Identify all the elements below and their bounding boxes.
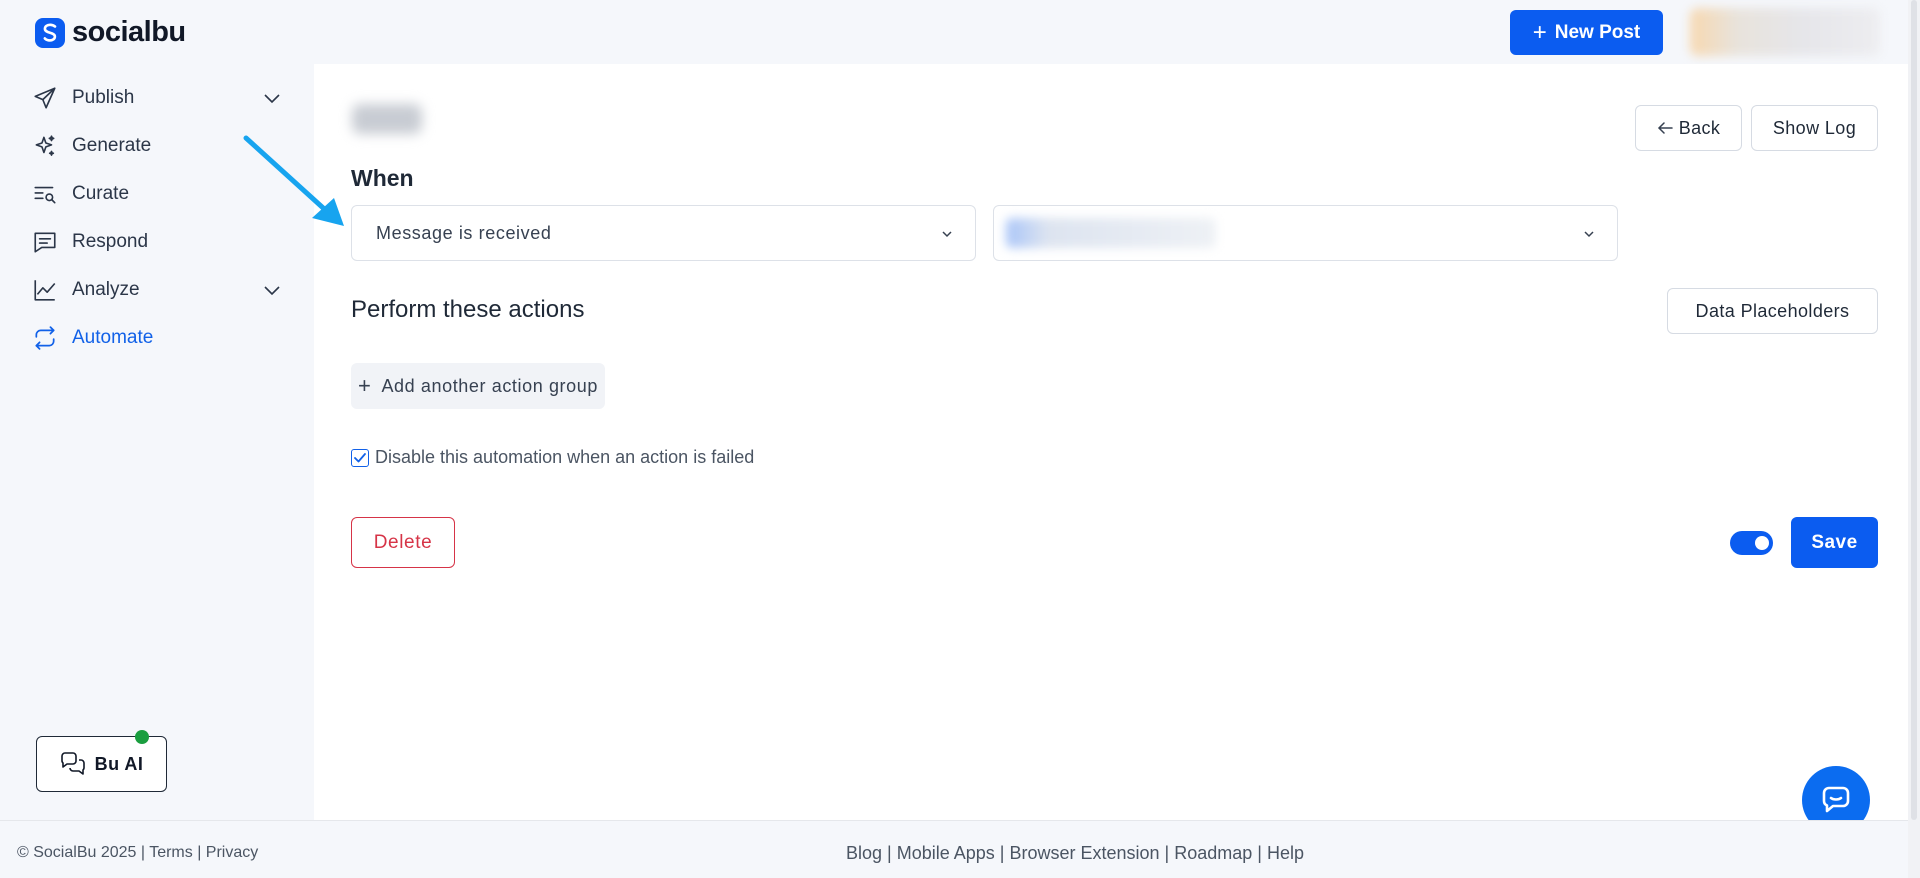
sidebar-item-publish[interactable]: Publish (32, 82, 282, 114)
annotation-arrow-icon (243, 135, 344, 226)
account-select[interactable] (993, 205, 1618, 261)
trigger-select[interactable]: Message is received (351, 205, 976, 261)
sidebar-item-label: Automate (72, 327, 154, 348)
new-post-label: New Post (1554, 21, 1641, 43)
chevron-down-icon[interactable] (262, 88, 282, 108)
chat-bubbles-icon (60, 752, 85, 775)
footer-links: Blog | Mobile Apps | Browser Extension |… (846, 843, 1304, 863)
copyright: © SocialBu 2025 (17, 844, 137, 861)
send-icon (34, 87, 56, 109)
sidebar-item-label: Curate (72, 183, 130, 204)
data-placeholders-button[interactable]: Data Placeholders (1667, 288, 1878, 334)
online-status-dot (135, 730, 149, 744)
roadmap-link[interactable]: Roadmap (1174, 843, 1252, 863)
add-action-group-label: Add another action group (381, 375, 598, 396)
perform-actions-heading: Perform these actions (351, 296, 585, 323)
sidebar-item-label: Publish (72, 87, 135, 108)
disable-on-failure-label: Disable this automation when an action i… (375, 447, 755, 467)
mobile-apps-link[interactable]: Mobile Apps (897, 843, 995, 863)
sidebar-item-label: Respond (72, 231, 149, 252)
footer: © SocialBu 2025 | Terms | Privacy Blog |… (0, 820, 1908, 878)
trigger-select-value: Message is received (376, 222, 552, 243)
arrow-left-icon (1657, 122, 1673, 134)
show-log-button[interactable]: Show Log (1751, 105, 1878, 151)
message-square-icon (34, 232, 56, 253)
account-select-value (1006, 218, 1216, 248)
repeat-icon (35, 326, 55, 350)
terms-link[interactable]: Terms (149, 844, 193, 861)
footer-left: © SocialBu 2025 | Terms | Privacy (17, 844, 259, 861)
socialbu-logo-icon (35, 17, 65, 48)
bu-ai-label: Bu AI (94, 753, 144, 774)
back-label: Back (1678, 117, 1721, 138)
sidebar-item-respond[interactable]: Respond (32, 226, 282, 258)
sidebar-item-analyze[interactable]: Analyze (32, 274, 282, 306)
brand-name: socialbu (72, 16, 186, 48)
new-post-button[interactable]: + New Post (1510, 10, 1663, 55)
show-log-label: Show Log (1772, 117, 1857, 138)
logo[interactable]: socialbu (34, 16, 186, 49)
save-button[interactable]: Save (1791, 517, 1878, 568)
user-menu[interactable] (1690, 8, 1880, 56)
chevron-down-icon[interactable] (262, 280, 282, 300)
top-bar: socialbu + New Post (0, 0, 1920, 64)
automation-title (352, 104, 422, 134)
chevron-down-icon (942, 231, 952, 238)
privacy-link[interactable]: Privacy (206, 844, 258, 861)
checkmark-icon (354, 452, 366, 462)
main-panel: Back Show Log When Message is received P… (314, 64, 1908, 834)
disable-on-failure-option[interactable]: Disable this automation when an action i… (351, 447, 754, 468)
sidebar-item-label: Generate (72, 135, 152, 156)
search-list-icon (34, 186, 56, 204)
browser-extension-link[interactable]: Browser Extension (1009, 843, 1159, 863)
blog-link[interactable]: Blog (846, 843, 882, 863)
plus-icon: + (1532, 18, 1547, 46)
bu-ai-button[interactable]: Bu AI (36, 730, 167, 792)
scrollbar-thumb[interactable] (1911, 0, 1917, 820)
sparkles-icon (35, 135, 55, 156)
sidebar-item-label: Analyze (72, 279, 140, 300)
when-heading: When (351, 165, 414, 191)
add-action-group-button[interactable]: + Add another action group (351, 363, 605, 409)
scrollbar[interactable] (1908, 0, 1920, 878)
delete-button[interactable]: Delete (351, 517, 455, 568)
sidebar-item-automate[interactable]: Automate (32, 322, 282, 354)
plus-icon: + (357, 373, 372, 398)
automation-active-toggle[interactable] (1730, 531, 1773, 555)
chevron-down-icon (1584, 231, 1594, 238)
disable-on-failure-checkbox[interactable] (351, 448, 369, 467)
chat-bubble-icon (1822, 786, 1850, 813)
help-link[interactable]: Help (1267, 843, 1304, 863)
toggle-knob (1755, 536, 1769, 550)
line-chart-icon (34, 280, 56, 301)
data-placeholders-label: Data Placeholders (1695, 300, 1850, 321)
back-button[interactable]: Back (1635, 105, 1742, 151)
